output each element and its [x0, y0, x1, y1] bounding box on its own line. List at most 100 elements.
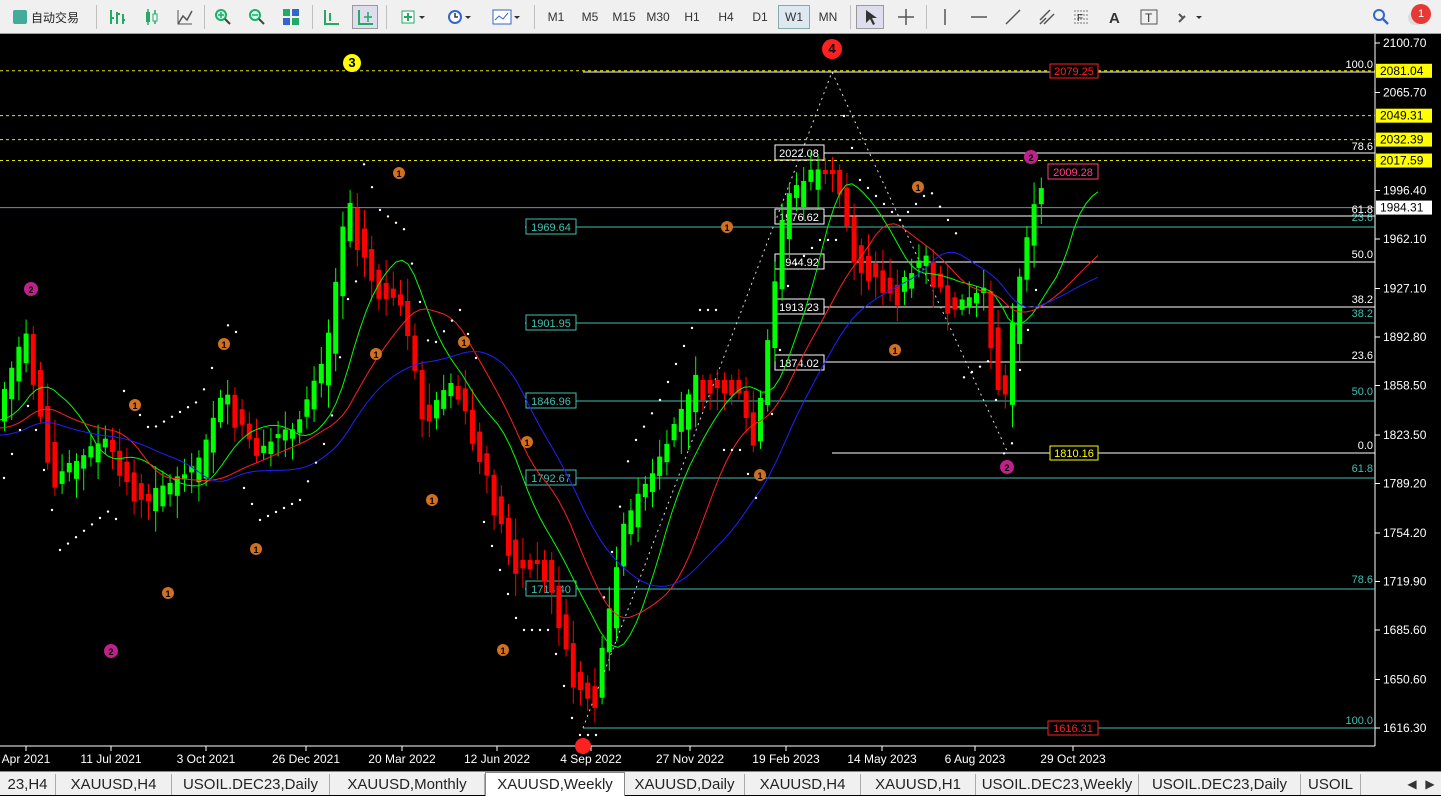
line-chart-icon[interactable]	[172, 5, 198, 29]
equidistant-channel-icon[interactable]	[1034, 5, 1060, 29]
price-chart[interactable]: 2100.70 2065.70 1996.40 1962.10 1927.10 1892.…	[0, 34, 1441, 770]
sar-dot	[434, 340, 438, 344]
candle-body	[808, 169, 814, 182]
wave-label-text: 1	[524, 438, 529, 448]
price-axis-label: 1685.60	[1383, 623, 1427, 637]
sar-dot	[842, 114, 846, 118]
candle-body	[995, 327, 1001, 390]
candle-body	[455, 385, 461, 400]
candle-body	[239, 409, 245, 425]
chart-tab[interactable]: XAUUSD,Monthly	[330, 774, 485, 795]
clock-icon[interactable]	[440, 5, 478, 29]
fibonacci-icon[interactable]: F	[1068, 5, 1094, 29]
text-label-icon[interactable]: T	[1136, 5, 1162, 29]
timeframe-m5[interactable]: M5	[574, 5, 606, 29]
text-icon[interactable]: A	[1102, 5, 1128, 29]
sar-dot	[346, 297, 350, 301]
time-axis-label: 14 May 2023	[847, 752, 917, 766]
chart-tab[interactable]: XAUUSD,Weekly	[485, 772, 625, 796]
arrows-icon[interactable]	[1170, 5, 1210, 29]
chart-tab[interactable]: XAUUSD,H1	[861, 774, 976, 795]
chart-shift-icon[interactable]	[318, 5, 344, 29]
indicators-icon[interactable]	[394, 5, 432, 29]
autotrade-button[interactable]: 自动交易	[2, 5, 90, 29]
candle-body	[304, 399, 310, 417]
sar-dot	[338, 356, 342, 359]
sar-dot	[506, 592, 510, 596]
zoom-out-icon[interactable]	[244, 5, 270, 29]
candle-body	[1031, 204, 1037, 246]
sar-dot	[634, 438, 638, 442]
templates-icon[interactable]	[486, 5, 526, 29]
timeframe-h4[interactable]: H4	[710, 5, 742, 29]
candle-body	[441, 390, 447, 409]
chart-tab[interactable]: USOIL	[1301, 774, 1361, 795]
sar-dot	[746, 472, 750, 476]
chart-tab[interactable]: USOIL.DEC23,Daily	[1139, 774, 1301, 795]
autoscroll-icon[interactable]	[352, 5, 378, 29]
candle-body	[657, 456, 663, 476]
candle-body	[210, 417, 216, 453]
candle-body	[232, 394, 238, 428]
fib2-level-label: 38.2	[1352, 308, 1373, 320]
timeframe-h1[interactable]: H1	[676, 5, 708, 29]
chart-tab[interactable]: 23,H4	[0, 774, 56, 795]
chart-tab[interactable]: XAUUSD,H4	[745, 774, 861, 795]
timeframe-w1[interactable]: W1	[778, 5, 810, 29]
sar-dot	[42, 468, 46, 472]
zoom-in-icon[interactable]	[210, 5, 236, 29]
sar-dot	[146, 425, 150, 429]
candle-body	[585, 682, 591, 699]
candle-body	[678, 408, 684, 432]
chart-tab[interactable]: XAUUSD,Daily	[625, 774, 745, 795]
fib1-level-label: 50.0	[1352, 249, 1373, 261]
timeframe-mn[interactable]: MN	[812, 5, 844, 29]
toolbar: 自动交易 F A T 1 M1 M5 M15 M30 H1 H4 D1 W1 MN	[0, 0, 1441, 34]
horizontal-line-icon[interactable]	[966, 5, 992, 29]
sar-dot	[242, 486, 246, 490]
sar-dot	[786, 284, 790, 288]
candle-body	[297, 419, 303, 433]
fib1-high-text: 2079.25	[1054, 66, 1094, 78]
sar-dot	[818, 238, 822, 242]
sar-dot	[682, 344, 686, 348]
svg-text:F: F	[1077, 13, 1083, 24]
price-axis-label: 1996.40	[1383, 183, 1427, 197]
fib1-level-label: 23.6	[1352, 350, 1373, 362]
sar-dot	[570, 716, 574, 720]
candle-body	[563, 614, 569, 650]
sar-dot	[122, 389, 126, 393]
chart-tab[interactable]: USOIL.DEC23,Weekly	[976, 774, 1139, 795]
candle-body	[362, 228, 367, 258]
candle-body	[282, 429, 288, 441]
notification-badge: 1	[1411, 4, 1431, 24]
timeframe-m15[interactable]: M15	[608, 5, 640, 29]
time-axis-label: 20 Mar 2022	[368, 752, 436, 766]
sar-dot	[1034, 288, 1038, 292]
tab-scroll-left-icon[interactable]: ◀	[1404, 774, 1420, 794]
sar-dot	[98, 516, 102, 520]
sar-dot	[18, 428, 22, 432]
search-icon[interactable]	[1368, 5, 1394, 29]
vertical-line-icon[interactable]	[932, 5, 958, 29]
chart-tab[interactable]: XAUUSD,H4	[56, 774, 172, 795]
candle-body	[513, 539, 519, 574]
sar-dot	[706, 308, 710, 312]
trendline-icon[interactable]	[1000, 5, 1026, 29]
sar-dot	[258, 518, 262, 522]
crosshair-icon[interactable]	[892, 5, 920, 29]
bar-chart-icon[interactable]	[104, 5, 130, 29]
timeframe-m30[interactable]: M30	[642, 5, 674, 29]
sar-dot	[658, 398, 662, 402]
timeframe-m1[interactable]: M1	[540, 5, 572, 29]
candle-chart-icon[interactable]	[138, 5, 164, 29]
candle-body	[225, 394, 231, 405]
sar-dot	[674, 362, 678, 366]
tab-scroll-right-icon[interactable]: ▶	[1422, 774, 1438, 794]
timeframe-d1[interactable]: D1	[744, 5, 776, 29]
chart-tab[interactable]: USOIL.DEC23,Daily	[172, 774, 330, 795]
tile-windows-icon[interactable]	[278, 5, 304, 29]
cursor-icon[interactable]	[856, 5, 884, 29]
candle-body	[9, 367, 15, 400]
candle-body	[153, 487, 159, 512]
